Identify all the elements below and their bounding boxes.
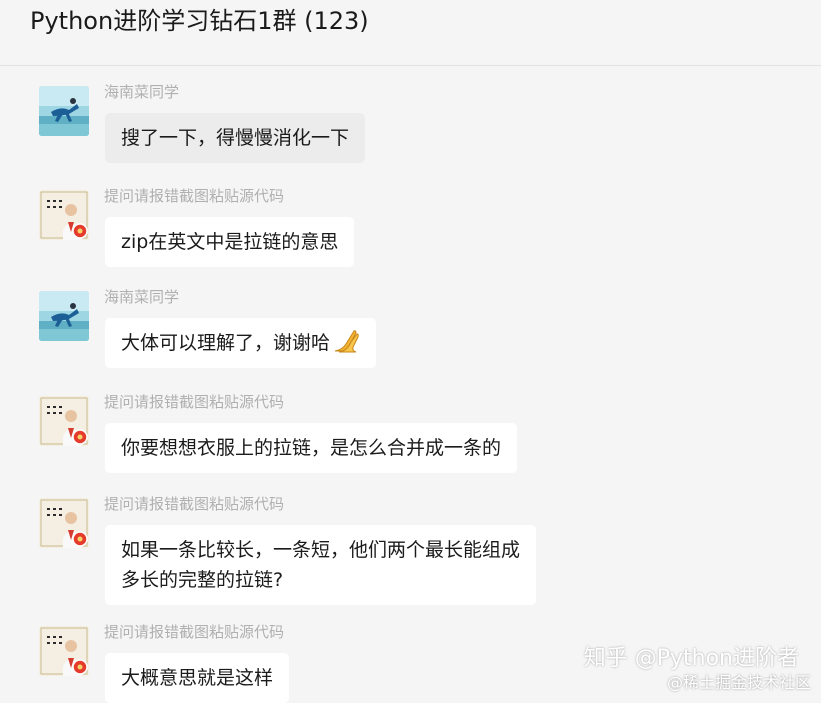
message-text: zip在英文中是拉链的意思	[121, 231, 339, 253]
sender-name: 提问请报错截图粘贴源代码	[104, 187, 285, 205]
message-text: 你要想想衣服上的拉链，是怎么合并成一条的	[121, 437, 502, 459]
message-text-row: 大体可以理解了，谢谢哈	[121, 328, 360, 358]
zhihu-watermark: 知乎 @Python进阶者	[583, 646, 799, 671]
sender-name: 海南菜同学	[104, 83, 180, 101]
sender-name: 提问请报错截图粘贴源代码	[104, 393, 285, 411]
sender-name: 海南菜同学	[104, 288, 180, 306]
message-bubble[interactable]: 如果一条比较长，一条短，他们两个最长能组成 多长的完整的拉链?	[105, 525, 537, 605]
message-list[interactable]: 海南菜同学 搜了一下，得慢慢消化一下 提问请报错截图粘贴源代码 zip在英文中是…	[0, 66, 821, 703]
clasped-hands-emoji-icon	[332, 328, 360, 354]
message-text: 大体可以理解了，谢谢哈	[121, 332, 331, 354]
diver-beach-avatar-icon[interactable]	[39, 86, 89, 136]
portrait-calligraphy-avatar-icon[interactable]	[39, 498, 89, 548]
portrait-calligraphy-avatar-icon[interactable]	[39, 190, 89, 240]
portrait-calligraphy-avatar-icon[interactable]	[39, 396, 89, 446]
message-text: 搜了一下，得慢慢消化一下	[121, 127, 350, 149]
sender-name: 提问请报错截图粘贴源代码	[104, 495, 285, 513]
chat-header: Python进阶学习钻石1群 (123)	[0, 0, 821, 66]
message-bubble[interactable]: 你要想想衣服上的拉链，是怎么合并成一条的	[105, 423, 518, 473]
message-bubble[interactable]: zip在英文中是拉链的意思	[105, 217, 355, 267]
sender-name: 提问请报错截图粘贴源代码	[104, 623, 285, 641]
message-bubble[interactable]: 大概意思就是这样	[105, 653, 290, 703]
diver-beach-avatar-icon[interactable]	[39, 291, 89, 341]
message-text: 大概意思就是这样	[121, 667, 274, 689]
juejin-watermark: @稀土掘金技术社区	[666, 673, 811, 692]
group-title: Python进阶学习钻石1群 (123)	[30, 7, 369, 35]
message-text: 如果一条比较长，一条短，他们两个最长能组成	[121, 539, 521, 561]
portrait-calligraphy-avatar-icon[interactable]	[39, 626, 89, 676]
message-bubble[interactable]: 搜了一下，得慢慢消化一下	[105, 113, 366, 163]
message-text: 多长的完整的拉链?	[121, 569, 284, 591]
message-bubble[interactable]: 大体可以理解了，谢谢哈	[105, 318, 377, 368]
